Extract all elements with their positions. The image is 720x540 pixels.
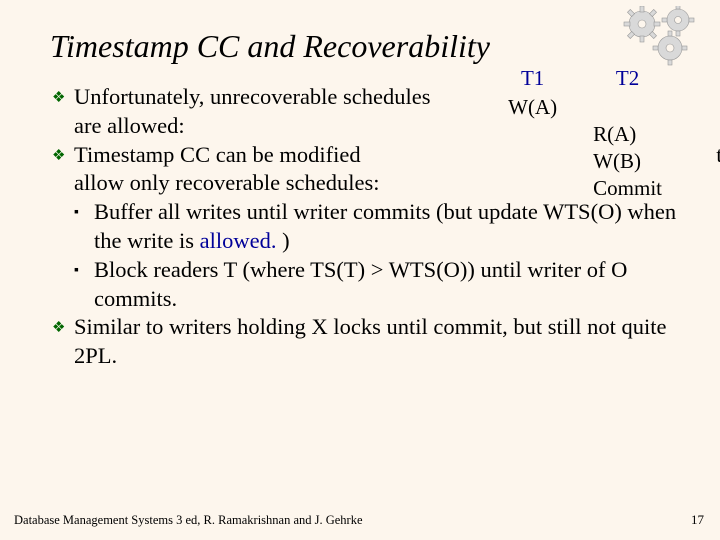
bullet-text: Similar to writers holding X locks until…	[74, 313, 680, 371]
footer-text: Database Management Systems 3 ed, R. Ram…	[14, 513, 363, 528]
sub-bullet-text: Block readers T (where TS(T) > WTS(O)) u…	[94, 256, 680, 314]
sub-bullet-icon: ▪	[74, 198, 94, 222]
slide-content: T1 T2 W(A) R(A) W(B) Commit ❖ Unfortunat…	[0, 65, 720, 371]
col-header-t2: T2	[575, 65, 680, 94]
sub-bullet-text: Buffer all writes until writer commits (…	[94, 198, 680, 256]
cell: W(A)	[490, 94, 575, 121]
bullet-icon: ❖	[52, 141, 74, 166]
bullet-icon: ❖	[52, 83, 74, 108]
slide-title: Timestamp CC and Recoverability	[0, 0, 720, 65]
col-header-t1: T1	[490, 65, 575, 94]
schedule-table: T1 T2 W(A) R(A) W(B) Commit	[490, 65, 680, 201]
sub-bullet-icon: ▪	[74, 256, 94, 280]
cell: R(A)	[575, 121, 680, 148]
gears-decoration	[620, 6, 710, 73]
cell: W(B)	[575, 148, 680, 175]
bullet-icon: ❖	[52, 313, 74, 338]
cell: Commit	[575, 175, 680, 202]
page-number: 17	[691, 512, 704, 528]
bullet-text: Unfortunately, unrecoverable schedules a…	[74, 83, 454, 141]
